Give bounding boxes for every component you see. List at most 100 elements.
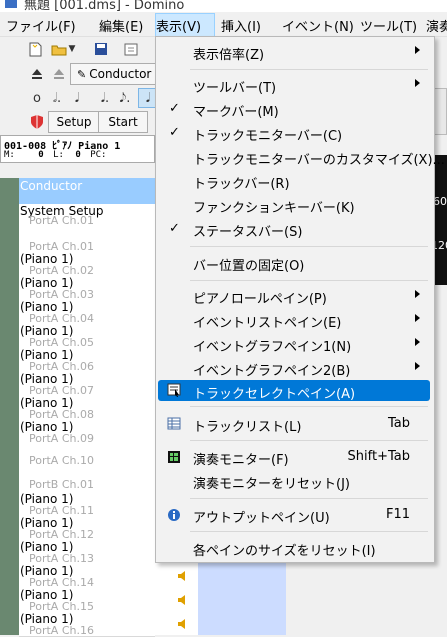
l-value: 0 bbox=[75, 150, 81, 160]
note-toolbar: o 𝅗𝅥. 𝅘𝅥 𝅘𝅥. 𝅘𝅥𝅮. 𝅘𝅥 bbox=[0, 86, 158, 110]
menu-item-reset-play-monitor[interactable]: 演奏モニターをリセット(J) bbox=[158, 469, 430, 493]
info-icon bbox=[168, 509, 180, 521]
menu-item-output-pane[interactable]: アウトプットペイン(U) F11 bbox=[158, 503, 430, 527]
track-row[interactable]: (Piano 1) PortA Ch.15 bbox=[19, 588, 155, 613]
track-row[interactable]: (Piano 1) PortA Ch.09 bbox=[19, 420, 155, 445]
save-icon[interactable] bbox=[92, 40, 110, 58]
track-row[interactable]: (Piano 1) PortA Ch.05 bbox=[19, 324, 155, 349]
conductor-button[interactable]: ✎ Conductor bbox=[70, 63, 156, 85]
menu-event[interactable]: イベント(N) bbox=[282, 16, 354, 35]
conductor-label: Conductor bbox=[89, 67, 152, 81]
menu-item-label: ツールバー(T) bbox=[193, 81, 277, 96]
view-menu-dropdown: 表示倍率(Z) ツールバー(T) ✓ マークバー(M) ✓ トラックモニターバー… bbox=[155, 36, 445, 563]
setup-button[interactable]: Setup bbox=[48, 111, 100, 133]
menu-item-reset-pane-sizes[interactable]: 各ペインのサイズをリセット(I) bbox=[158, 536, 430, 560]
track-row[interactable]: (Piano 1) PortA Ch.02 bbox=[19, 252, 155, 277]
menu-item-label: 表示倍率(Z) bbox=[193, 48, 265, 63]
menu-item-piano-roll-pane[interactable]: ピアノロールペイン(P) bbox=[158, 284, 430, 308]
menu-item-trackbar[interactable]: トラックバー(R) bbox=[158, 169, 430, 193]
track-row[interactable]: (Piano 1) PortA Ch.11 bbox=[19, 492, 155, 517]
menu-item-shortcut: Shift+Tab bbox=[347, 449, 410, 464]
track-row[interactable]: System Setup PortA Ch.01 bbox=[19, 204, 155, 229]
menu-bar: ファイル(F) 編集(E) 表示(V) 挿入(I) イベント(N) ツール(T)… bbox=[0, 12, 447, 39]
track-row-conductor[interactable]: Conductor bbox=[19, 178, 155, 205]
speaker-icon[interactable] bbox=[177, 594, 189, 606]
track-list[interactable]: Conductor System Setup PortA Ch.01 PortA… bbox=[19, 178, 155, 637]
menu-item-markbar[interactable]: ✓ マークバー(M) bbox=[158, 97, 430, 121]
menu-item-function-key-bar[interactable]: ファンクションキーバー(K) bbox=[158, 193, 430, 217]
spacer bbox=[0, 163, 155, 178]
chevron-right-icon bbox=[415, 362, 420, 370]
menu-item-track-select-pane[interactable]: トラックセレクトペイン(A) bbox=[158, 380, 430, 402]
play-toolbar: Setup Start bbox=[0, 110, 155, 134]
dotted-eighth-note-icon[interactable]: 𝅘𝅥𝅮. bbox=[116, 89, 134, 107]
menu-item-label: トラックリスト(L) bbox=[193, 420, 302, 435]
menu-play[interactable]: 演奏 bbox=[426, 16, 447, 35]
menu-item-zoom[interactable]: 表示倍率(Z) bbox=[158, 40, 430, 64]
menu-item-label: ピアノロールペイン(P) bbox=[193, 292, 327, 307]
whole-note-icon[interactable]: o bbox=[28, 89, 46, 107]
eject-icon[interactable] bbox=[28, 65, 46, 83]
menu-item-track-list[interactable]: トラックリスト(L) Tab bbox=[158, 412, 430, 436]
new-file-icon[interactable] bbox=[26, 40, 44, 58]
properties-icon[interactable] bbox=[122, 40, 140, 58]
menu-item-label: イベントリストペイン(E) bbox=[193, 316, 342, 331]
menu-item-shortcut: F11 bbox=[385, 507, 410, 522]
chevron-down-icon[interactable]: ▼ bbox=[67, 40, 77, 58]
edit-toolbar: ✎ Conductor bbox=[0, 62, 156, 86]
start-button[interactable]: Start bbox=[98, 111, 148, 133]
track-row[interactable]: (Piano 1) PortA Ch.16 bbox=[19, 612, 155, 637]
eject-gray-icon[interactable] bbox=[50, 65, 68, 83]
menu-item-track-monitor-bar[interactable]: ✓ トラックモニターバー(C) bbox=[158, 121, 430, 145]
open-folder-icon[interactable] bbox=[50, 40, 68, 58]
track-row[interactable]: PortB Ch.01 bbox=[19, 468, 155, 493]
track-row[interactable]: (Piano 1) PortA Ch.03 bbox=[19, 276, 155, 301]
track-row[interactable]: PortA Ch.01 bbox=[19, 228, 155, 253]
track-row[interactable]: PortA Ch.10 bbox=[19, 444, 155, 469]
speaker-icon[interactable] bbox=[177, 618, 189, 630]
track-row[interactable]: (Piano 1) PortA Ch.12 bbox=[19, 516, 155, 541]
menu-item-statusbar[interactable]: ✓ ステータスバー(S) bbox=[158, 217, 430, 241]
m-value: 0 bbox=[38, 150, 44, 160]
dotted-half-note-icon[interactable]: 𝅗𝅥. bbox=[48, 89, 66, 107]
menu-edit[interactable]: 編集(E) bbox=[99, 16, 143, 35]
checkmark-icon: ✓ bbox=[169, 125, 180, 140]
menu-item-event-list-pane[interactable]: イベントリストペイン(E) bbox=[158, 308, 430, 332]
menu-insert[interactable]: 挿入(I) bbox=[221, 16, 261, 35]
menu-item-toolbar[interactable]: ツールバー(T) bbox=[158, 73, 430, 97]
menu-separator bbox=[190, 440, 428, 441]
menu-item-label: マークバー(M) bbox=[193, 105, 279, 120]
menu-item-label: バー位置の固定(O) bbox=[193, 259, 305, 274]
track-row[interactable]: (Piano 1) PortA Ch.04 bbox=[19, 300, 155, 325]
menu-separator bbox=[190, 531, 428, 532]
app-icon bbox=[5, 0, 17, 8]
menu-item-event-graph-pane-2[interactable]: イベントグラフペイン2(B) bbox=[158, 356, 430, 380]
chevron-right-icon bbox=[415, 79, 420, 87]
track-info-bar: 001-008 ﾋﾟｱﾉ Piano 1 M: 0 L: 0 PC: bbox=[0, 135, 155, 163]
standard-toolbar: ▼ bbox=[0, 37, 155, 62]
title-bar: 無題 [001.dms] - Domino bbox=[0, 0, 447, 12]
track-row[interactable]: (Piano 1) PortA Ch.14 bbox=[19, 564, 155, 589]
shield-icon bbox=[28, 113, 46, 131]
track-row[interactable]: (Piano 1) PortA Ch.13 bbox=[19, 540, 155, 565]
track-select-icon bbox=[167, 383, 181, 397]
menu-item-event-graph-pane-1[interactable]: イベントグラフペイン1(N) bbox=[158, 332, 430, 356]
track-row[interactable]: (Piano 1) PortA Ch.06 bbox=[19, 348, 155, 373]
menu-item-label: トラックバー(R) bbox=[193, 177, 290, 192]
menu-item-play-monitor[interactable]: 演奏モニター(F) Shift+Tab bbox=[158, 445, 430, 469]
menu-file[interactable]: ファイル(F) bbox=[6, 16, 76, 35]
menu-item-customize-monitor[interactable]: トラックモニターバーのカスタマイズ(X)... bbox=[158, 145, 445, 169]
half-note-icon[interactable]: 𝅘𝅥 bbox=[68, 89, 86, 107]
menu-item-lock-bar-position[interactable]: バー位置の固定(O) bbox=[158, 251, 430, 275]
track-port: PortA Ch.01 bbox=[29, 214, 94, 227]
menu-tools[interactable]: ツール(T) bbox=[360, 16, 417, 35]
speaker-icon[interactable] bbox=[177, 570, 189, 582]
track-row[interactable]: (Piano 1) PortA Ch.07 bbox=[19, 372, 155, 397]
chevron-right-icon bbox=[415, 290, 420, 298]
checkmark-icon: ✓ bbox=[169, 221, 180, 236]
dotted-quarter-note-icon[interactable]: 𝅘𝅥. bbox=[96, 89, 114, 107]
menu-item-label: ステータスバー(S) bbox=[193, 225, 303, 240]
menu-item-label: ファンクションキーバー(K) bbox=[193, 201, 355, 216]
track-row[interactable]: (Piano 1) PortA Ch.08 bbox=[19, 396, 155, 421]
menu-item-label: トラックモニターバー(C) bbox=[193, 129, 343, 144]
